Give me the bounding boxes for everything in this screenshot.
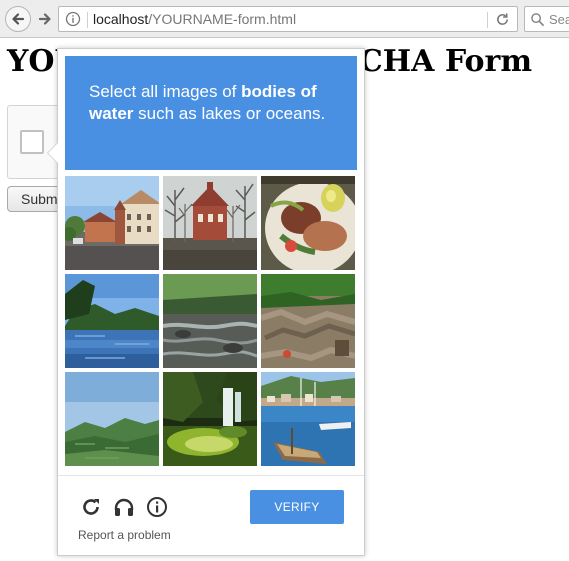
- info-icon[interactable]: [146, 496, 168, 518]
- forward-button[interactable]: [33, 7, 57, 31]
- search-input[interactable]: Sea: [549, 12, 569, 27]
- arrow-left-icon: [12, 13, 25, 25]
- report-problem-link[interactable]: Report a problem: [78, 528, 171, 542]
- reload-icon[interactable]: [495, 12, 510, 27]
- verify-button[interactable]: VERIFY: [250, 490, 344, 524]
- image-tile[interactable]: [261, 274, 355, 368]
- reload-separator: [487, 12, 488, 28]
- image-tile[interactable]: [261, 372, 355, 466]
- search-bar[interactable]: Sea: [524, 6, 569, 32]
- browser-toolbar: localhost/YOURNAME-form.html Sea: [0, 0, 569, 38]
- image-tile[interactable]: [163, 274, 257, 368]
- info-icon[interactable]: [65, 11, 81, 27]
- prompt-suffix: such as lakes or oceans.: [133, 104, 326, 123]
- url-path: /YOURNAME-form.html: [148, 11, 297, 27]
- image-tile[interactable]: [65, 372, 159, 466]
- image-tile[interactable]: [65, 274, 159, 368]
- arrow-right-icon: [38, 13, 51, 25]
- url-bar[interactable]: localhost/YOURNAME-form.html: [58, 6, 518, 32]
- image-tile[interactable]: [163, 372, 257, 466]
- popup-arrow-inner: [48, 143, 58, 163]
- recaptcha-challenge-popup: Select all images of bodies of water suc…: [47, 48, 365, 556]
- prompt-prefix: Select all images of: [89, 82, 242, 101]
- image-tile[interactable]: [261, 176, 355, 270]
- url-text[interactable]: localhost/YOURNAME-form.html: [93, 11, 296, 27]
- headphones-icon[interactable]: [113, 496, 135, 518]
- footer-divider: [58, 475, 364, 476]
- image-tile-grid: [65, 176, 357, 468]
- image-tile[interactable]: [65, 176, 159, 270]
- url-separator: [87, 12, 88, 28]
- back-button[interactable]: [5, 6, 31, 32]
- url-host: localhost: [93, 11, 149, 27]
- challenge-prompt: Select all images of bodies of water suc…: [65, 56, 357, 170]
- recaptcha-checkbox[interactable]: [20, 130, 44, 154]
- search-icon: [531, 13, 545, 27]
- image-tile[interactable]: [163, 176, 257, 270]
- reload-challenge-icon[interactable]: [80, 496, 102, 518]
